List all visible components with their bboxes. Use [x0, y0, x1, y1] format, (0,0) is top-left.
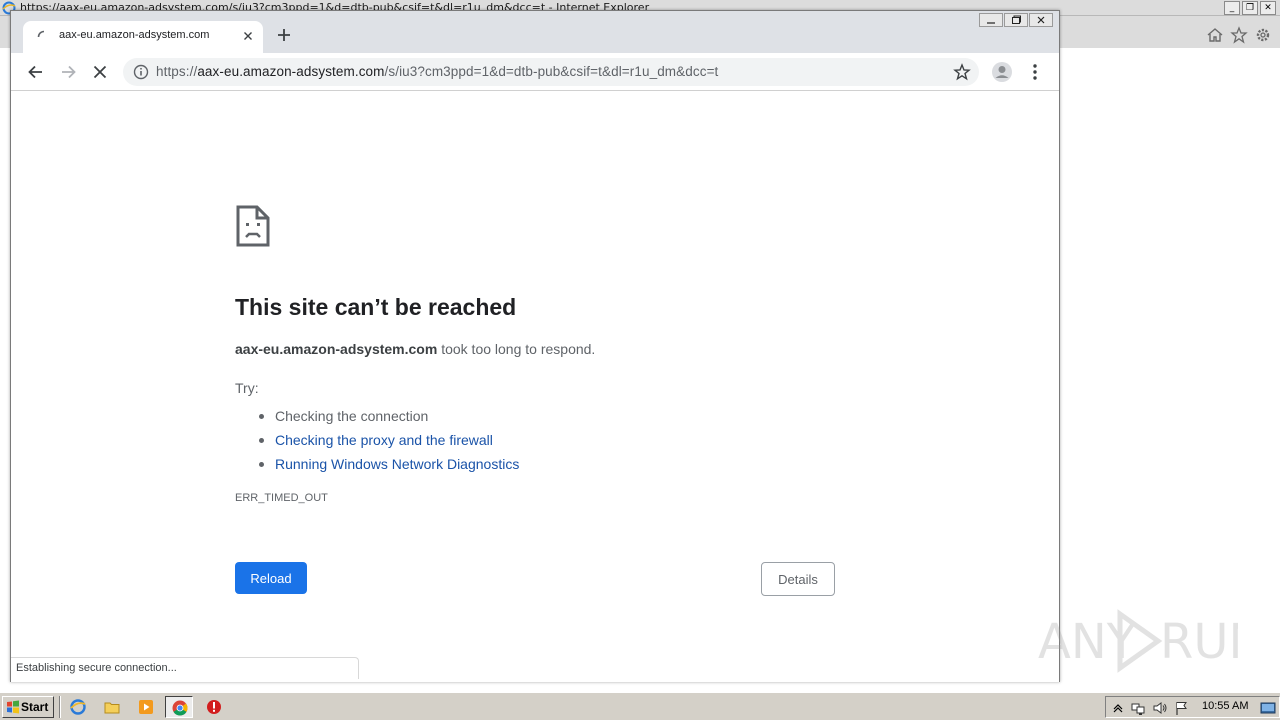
url-scheme: https://	[156, 64, 198, 79]
restore-icon	[1012, 15, 1021, 24]
forward-arrow-icon[interactable]	[58, 62, 78, 82]
url-text[interactable]: https://aax-eu.amazon-adsystem.com/s/iu3…	[156, 64, 718, 79]
ie-restore-button[interactable]: ❐	[1242, 1, 1258, 15]
show-desktop-icon[interactable]	[1260, 700, 1276, 716]
new-tab-plus-icon[interactable]	[275, 26, 293, 44]
ie-close-button[interactable]: ✕	[1260, 1, 1276, 15]
gear-icon[interactable]	[1254, 26, 1272, 44]
stop-loading-icon[interactable]	[90, 62, 110, 82]
home-icon[interactable]	[1206, 26, 1224, 44]
url-host: aax-eu.amazon-adsystem.com	[197, 64, 385, 79]
taskbar-security-button[interactable]	[200, 696, 228, 718]
taskbar-separator	[59, 696, 61, 718]
chrome-icon	[172, 700, 188, 716]
windows-logo-icon	[7, 700, 19, 714]
star-icon[interactable]	[1230, 26, 1248, 44]
start-button[interactable]: Start	[2, 696, 54, 718]
tab-title: aax-eu.amazon-adsystem.com	[59, 29, 210, 41]
taskbar-media-player-button[interactable]	[132, 696, 160, 718]
flag-icon[interactable]	[1174, 700, 1190, 716]
system-tray: 10:55 AM	[1105, 696, 1280, 718]
taskbar-chrome-button[interactable]	[165, 696, 193, 718]
error-description: aax-eu.amazon-adsystem.com took too long…	[235, 341, 595, 357]
stop-sign-icon	[207, 700, 221, 714]
info-icon[interactable]	[133, 64, 149, 80]
taskbar-ie-button[interactable]	[64, 696, 92, 718]
ie-minimize-button[interactable]: _	[1224, 1, 1240, 15]
reload-button[interactable]: Reload	[235, 562, 307, 594]
start-label: Start	[21, 700, 49, 714]
watermark-text-right: RUN	[1160, 614, 1238, 670]
chevron-up-icon[interactable]	[1110, 700, 1126, 716]
error-title: This site can’t be reached	[235, 294, 517, 320]
tab-active[interactable]: aax-eu.amazon-adsystem.com	[23, 21, 263, 53]
suggestion-check-proxy-link[interactable]: Checking the proxy and the firewall	[257, 428, 519, 452]
ie-window-controls: _ ❐ ✕	[1224, 1, 1276, 15]
restore-button[interactable]	[1004, 13, 1028, 27]
close-icon[interactable]	[241, 29, 255, 43]
error-code: ERR_TIMED_OUT	[235, 492, 328, 504]
chrome-window: aax-eu.amazon-adsystem.com https://aax-e…	[10, 10, 1060, 682]
try-label: Try:	[235, 380, 259, 396]
browser-toolbar: https://aax-eu.amazon-adsystem.com/s/iu3…	[11, 53, 1059, 91]
status-bubble: Establishing secure connection...	[11, 657, 359, 679]
media-player-icon	[139, 700, 153, 714]
bookmark-star-icon[interactable]	[953, 63, 971, 81]
url-path: /s/iu3?cm3ppd=1&d=dtb-pub&csif=t&dl=r1u_…	[384, 64, 719, 79]
taskbar-clock[interactable]: 10:55 AM	[1202, 700, 1248, 712]
minimize-button[interactable]	[979, 13, 1003, 27]
back-arrow-icon[interactable]	[26, 62, 46, 82]
loading-spinner-icon	[37, 30, 45, 38]
tab-strip: aax-eu.amazon-adsystem.com	[11, 11, 1059, 53]
suggestions-list: Checking the connection Checking the pro…	[257, 404, 519, 476]
minimize-icon	[987, 22, 995, 24]
suggestion-network-diagnostics-link[interactable]: Running Windows Network Diagnostics	[257, 452, 519, 476]
error-host: aax-eu.amazon-adsystem.com	[235, 341, 438, 357]
ie-toolbar	[1060, 16, 1280, 48]
taskbar: Start 10:55 AM	[0, 692, 1280, 720]
suggestion-check-connection: Checking the connection	[257, 404, 519, 428]
window-close-button[interactable]	[1029, 13, 1053, 27]
error-page: This site can’t be reached aax-eu.amazon…	[11, 92, 1059, 682]
address-bar[interactable]: https://aax-eu.amazon-adsystem.com/s/iu3…	[123, 58, 979, 86]
folder-icon	[104, 702, 120, 714]
sad-document-icon	[236, 205, 270, 247]
profile-avatar-icon[interactable]	[991, 61, 1013, 83]
window-close-icon	[1037, 16, 1045, 24]
taskbar-explorer-button[interactable]	[98, 696, 126, 718]
ie-icon	[70, 699, 86, 715]
kebab-menu-icon[interactable]	[1026, 62, 1044, 82]
anyrun-watermark-logo: ANY RUN	[1038, 609, 1238, 673]
chrome-window-controls	[979, 13, 1053, 27]
network-icon[interactable]	[1130, 700, 1146, 716]
speaker-icon[interactable]	[1152, 700, 1168, 716]
error-message: took too long to respond.	[437, 341, 596, 357]
details-button[interactable]: Details	[761, 562, 835, 596]
